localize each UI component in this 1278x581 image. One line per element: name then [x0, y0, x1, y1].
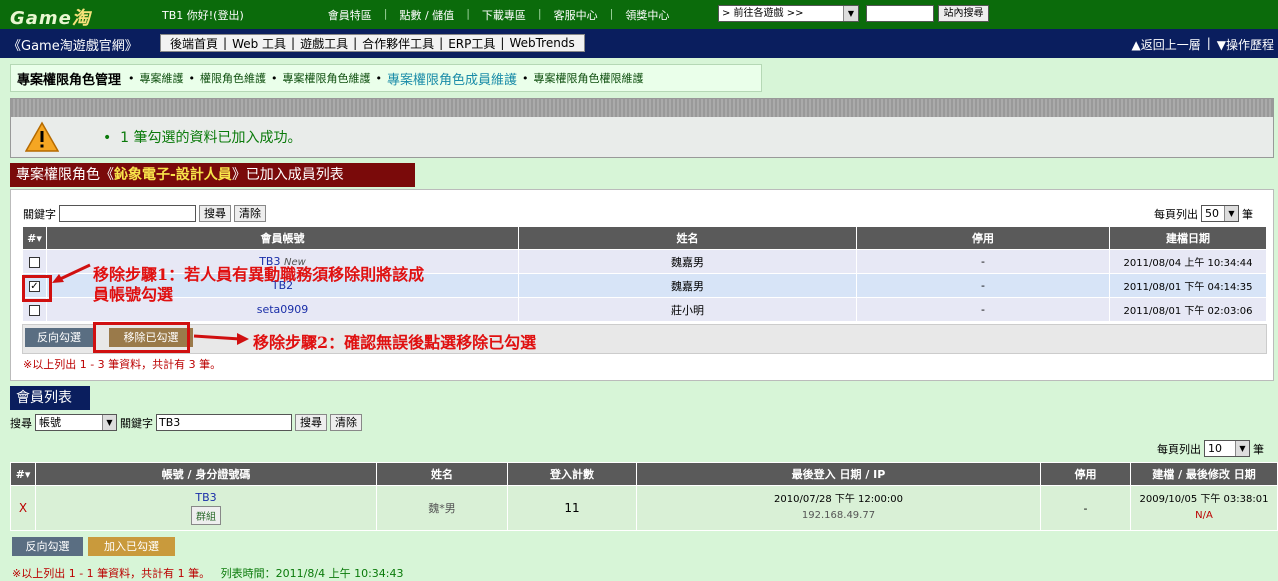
members-summary: ※以上列出 1 - 3 筆資料，共計有 3 筆。 — [23, 358, 222, 371]
crumb-role-permissions[interactable]: 專案權限角色權限維護 — [534, 70, 644, 86]
select-all-header[interactable]: #▾ — [22, 226, 47, 250]
greeting-logout-link[interactable]: TB1 你好!(登出) — [150, 7, 256, 23]
invert-selection-button[interactable]: 反向勾選 — [25, 328, 93, 347]
member-keyword-input[interactable]: TB3 — [156, 414, 292, 431]
crumb-project-role[interactable]: 專案權限角色維護 — [283, 70, 371, 86]
back-link[interactable]: ▲返回上一層 — [1131, 36, 1200, 53]
member-invert-selection-button[interactable]: 反向勾選 — [12, 537, 83, 556]
table-row: X TB3 群組 魏*男 11 2010/07/28 下午 12:00:00 1… — [10, 485, 1278, 531]
history-link[interactable]: ▼操作歷程 — [1217, 36, 1274, 53]
top-bar: Game淘 TB1 你好!(登出) 會員特區 | 點數 / 儲值 | 下載專區 … — [0, 0, 1278, 29]
site-search-button[interactable]: 站內搜尋 — [938, 5, 989, 22]
nav-right: ▲返回上一層 | ▼操作歷程 — [1131, 36, 1274, 53]
member-list-search-row: 搜尋 帳號 ▼ 關鍵字 TB3 搜尋 清除 — [10, 414, 362, 431]
toplink-points[interactable]: 點數 / 儲值 — [387, 7, 466, 23]
created-date: 2009/10/05 下午 03:38:01 — [1139, 494, 1269, 505]
toplink-support[interactable]: 客服中心 — [542, 7, 610, 23]
game-select[interactable]: > 前往各遊戲 >> ▼ — [718, 5, 859, 22]
modified-date: N/A — [1195, 510, 1213, 521]
member-search-button[interactable]: 搜尋 — [295, 414, 327, 431]
warning-icon — [25, 121, 59, 152]
search-field-select[interactable]: 帳號 ▼ — [35, 414, 117, 431]
nav-item-erp-tools[interactable]: ERP工具 — [443, 35, 500, 52]
chevron-down-icon: ▼ — [1224, 206, 1238, 221]
member-clear-button[interactable]: 清除 — [330, 414, 362, 431]
site-logo[interactable]: Game淘 — [10, 4, 91, 30]
arrow-icon — [52, 263, 91, 283]
member-list-title: 會員列表 — [10, 386, 90, 410]
members-clear-button[interactable]: 清除 — [234, 205, 266, 222]
nav-menu: 後端首頁 | Web 工具 | 遊戲工具 | 合作夥伴工具 | ERP工具 | WebTr… — [160, 34, 585, 52]
group-button[interactable]: 群組 — [191, 506, 221, 525]
add-selected-button[interactable]: 加入已勾選 — [88, 537, 175, 556]
members-keyword-input[interactable] — [59, 205, 196, 222]
nav-item-game-tools[interactable]: 遊戲工具 — [295, 35, 353, 52]
nav-bar: 《Game淘遊戲官網》 後端首頁 | Web 工具 | 遊戲工具 | 合作夥伴工具 | … — [0, 29, 1278, 58]
keyword-label: 關鍵字 — [23, 207, 56, 221]
row-checkbox[interactable] — [29, 304, 40, 316]
toplink-member[interactable]: 會員特區 — [316, 7, 384, 23]
list-time: 列表時間：2011/8/4 上午 10:34:43 — [220, 567, 404, 580]
nav-item-home[interactable]: 後端首頁 — [165, 35, 223, 52]
site-search-input[interactable] — [866, 5, 934, 22]
last-login-ip: 192.168.49.77 — [801, 510, 876, 521]
member-list-table: #▾ 帳號 / 身分證號碼 姓名 登入計數 最後登入 日期 / IP 停用 建檔… — [10, 462, 1278, 531]
callout-checkbox-highlight — [22, 275, 52, 302]
nav-item-partner-tools[interactable]: 合作夥伴工具 — [357, 35, 439, 52]
toplink-prize[interactable]: 領獎中心 — [613, 7, 681, 23]
members-search-row: 關鍵字 搜尋 清除 — [23, 205, 266, 222]
message-text: • 1 筆勾選的資料已加入成功。 — [103, 130, 302, 146]
arrow-icon — [193, 333, 249, 345]
account-link[interactable]: TB3 — [36, 491, 376, 504]
row-mark[interactable]: X — [10, 485, 36, 531]
breadcrumb: 專案權限角色管理 • 專案維護 • 權限角色維護 • 專案權限角色維護 • 專案權限角色… — [10, 64, 762, 92]
chevron-down-icon: ▼ — [843, 6, 858, 21]
members-perpage-select[interactable]: 50 ▼ — [1201, 205, 1239, 222]
crumb-role-members[interactable]: 專案權限角色成員維護 — [387, 69, 517, 88]
annotation-step2: 移除步驟2：確認無誤後點選移除已勾選 — [253, 333, 537, 352]
chevron-down-icon: ▼ — [102, 415, 116, 430]
member-list-perpage: 每頁列出 10 ▼ 筆 — [1157, 440, 1264, 457]
select-all-header[interactable]: #▾ — [10, 462, 36, 486]
toplink-download[interactable]: 下載專區 — [470, 7, 538, 23]
crumb-project[interactable]: 專案維護 — [140, 70, 184, 86]
members-search-button[interactable]: 搜尋 — [199, 205, 231, 222]
nav-brand[interactable]: 《Game淘遊戲官網》 — [8, 35, 138, 54]
callout-remove-highlight — [93, 322, 190, 353]
nav-item-web-tools[interactable]: Web 工具 — [227, 35, 291, 52]
members-perpage: 每頁列出 50 ▼ 筆 — [1154, 205, 1253, 222]
member-list-summary: ※以上列出 1 - 1 筆資料，共計有 1 筆。 列表時間：2011/8/4 上… — [12, 567, 404, 580]
chevron-down-icon: ▼ — [1235, 441, 1249, 456]
message-bar — [11, 99, 1273, 117]
top-links: TB1 你好!(登出) 會員特區 | 點數 / 儲值 | 下載專區 | 客服中心… — [150, 7, 681, 23]
message-box: • 1 筆勾選的資料已加入成功。 — [10, 98, 1274, 158]
last-login-date: 2010/07/28 下午 12:00:00 — [774, 494, 903, 505]
crumb-role[interactable]: 權限角色維護 — [200, 70, 266, 86]
page-title: 專案權限角色管理 — [17, 72, 122, 88]
member-perpage-select[interactable]: 10 ▼ — [1204, 440, 1250, 457]
nav-item-webtrends[interactable]: WebTrends — [504, 36, 579, 50]
row-checkbox[interactable] — [29, 256, 40, 268]
annotation-step1: 移除步驟1：若人員有異動職務須移除則將該成 員帳號勾選 — [93, 265, 425, 304]
members-section-title: 專案權限角色《鈊象電子-設計人員》已加入成員列表 — [10, 163, 415, 187]
